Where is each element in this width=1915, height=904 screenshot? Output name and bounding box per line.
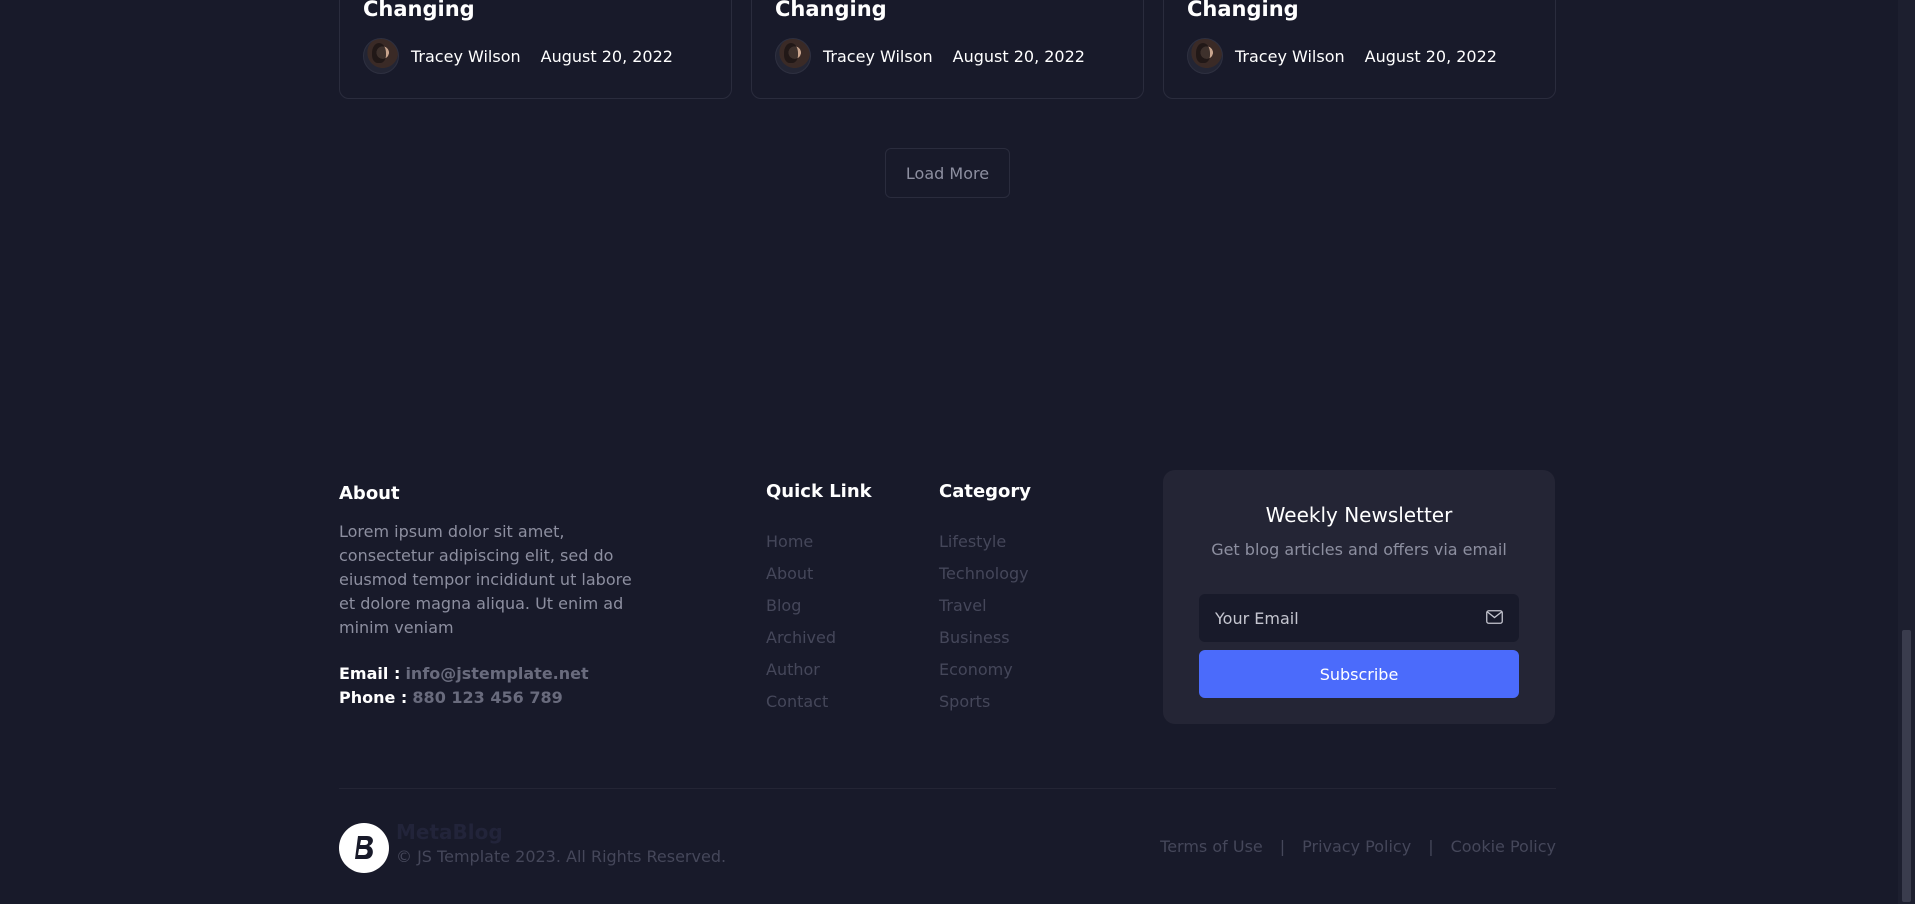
- quick-link-contact[interactable]: Contact: [766, 690, 836, 722]
- post-date: August 20, 2022: [952, 46, 1085, 66]
- quick-link-about[interactable]: About: [766, 562, 836, 594]
- phone-line: Phone : 880 123 456 789: [339, 688, 563, 707]
- brand-name: MetaBlog: [396, 820, 503, 844]
- email-line: Email : info@jstemplate.net: [339, 664, 589, 683]
- newsletter-email-input[interactable]: Your Email: [1199, 594, 1519, 642]
- quick-link-blog[interactable]: Blog: [766, 594, 836, 626]
- newsletter-subtitle: Get blog articles and offers via email: [1211, 540, 1507, 559]
- category-heading: Category: [939, 481, 1032, 502]
- post-card[interactable]: Changing Tracey Wilson August 20, 2022: [1163, 0, 1556, 99]
- category-lifestyle[interactable]: Lifestyle: [939, 530, 1029, 562]
- phone-number[interactable]: 880 123 456 789: [412, 688, 562, 707]
- subscribe-button[interactable]: Subscribe: [1199, 650, 1519, 698]
- terms-link[interactable]: Terms of Use: [1160, 837, 1263, 856]
- post-card[interactable]: Changing Tracey Wilson August 20, 2022: [751, 0, 1144, 99]
- legal-links: Terms of Use | Privacy Policy | Cookie P…: [1160, 837, 1556, 856]
- mail-icon: [1486, 610, 1503, 624]
- quick-link-home[interactable]: Home: [766, 530, 836, 562]
- category-economy[interactable]: Economy: [939, 658, 1029, 690]
- author-avatar: [775, 38, 811, 74]
- category-technology[interactable]: Technology: [939, 562, 1029, 594]
- post-title[interactable]: Changing: [1187, 0, 1299, 21]
- quick-link-list: Home About Blog Archived Author Contact: [766, 530, 836, 722]
- quick-link-heading: Quick Link: [766, 481, 872, 502]
- brand-logo-icon[interactable]: [339, 823, 389, 873]
- email-link[interactable]: info@jstemplate.net: [405, 664, 588, 683]
- privacy-link[interactable]: Privacy Policy: [1302, 837, 1411, 856]
- newsletter-panel: Weekly Newsletter Get blog articles and …: [1163, 470, 1555, 724]
- author-avatar: [363, 38, 399, 74]
- logo-b-icon: [355, 836, 373, 859]
- category-list: Lifestyle Technology Travel Business Eco…: [939, 530, 1029, 722]
- post-title[interactable]: Changing: [775, 0, 887, 21]
- author-name[interactable]: Tracey Wilson: [411, 47, 521, 66]
- page: Changing Tracey Wilson August 20, 2022 C…: [0, 0, 1915, 904]
- post-meta: Tracey Wilson August 20, 2022: [1187, 38, 1497, 74]
- about-heading: About: [339, 483, 400, 504]
- post-date: August 20, 2022: [540, 46, 673, 66]
- post-meta: Tracey Wilson August 20, 2022: [775, 38, 1085, 74]
- author-avatar: [1187, 38, 1223, 74]
- author-name[interactable]: Tracey Wilson: [823, 47, 933, 66]
- scrollbar-thumb[interactable]: [1902, 630, 1911, 902]
- footer-divider: [339, 788, 1556, 789]
- quick-link-author[interactable]: Author: [766, 658, 836, 690]
- category-business[interactable]: Business: [939, 626, 1029, 658]
- email-label: Email :: [339, 664, 401, 683]
- category-travel[interactable]: Travel: [939, 594, 1029, 626]
- quick-link-archived[interactable]: Archived: [766, 626, 836, 658]
- legal-separator: |: [1428, 837, 1434, 856]
- about-text: Lorem ipsum dolor sit amet, consectetur …: [339, 522, 632, 637]
- copyright-text: © JS Template 2023. All Rights Reserved.: [396, 847, 727, 866]
- phone-label: Phone :: [339, 688, 408, 707]
- post-date: August 20, 2022: [1364, 46, 1497, 66]
- email-placeholder: Your Email: [1215, 608, 1299, 628]
- cookie-link[interactable]: Cookie Policy: [1451, 837, 1556, 856]
- category-sports[interactable]: Sports: [939, 690, 1029, 722]
- post-meta: Tracey Wilson August 20, 2022: [363, 38, 673, 74]
- page-scrollbar[interactable]: [1898, 0, 1915, 904]
- post-card[interactable]: Changing Tracey Wilson August 20, 2022: [339, 0, 732, 99]
- post-title[interactable]: Changing: [363, 0, 475, 21]
- load-more-button[interactable]: Load More: [885, 148, 1010, 198]
- legal-separator: |: [1279, 837, 1286, 856]
- newsletter-title: Weekly Newsletter: [1265, 503, 1453, 527]
- author-name[interactable]: Tracey Wilson: [1235, 47, 1345, 66]
